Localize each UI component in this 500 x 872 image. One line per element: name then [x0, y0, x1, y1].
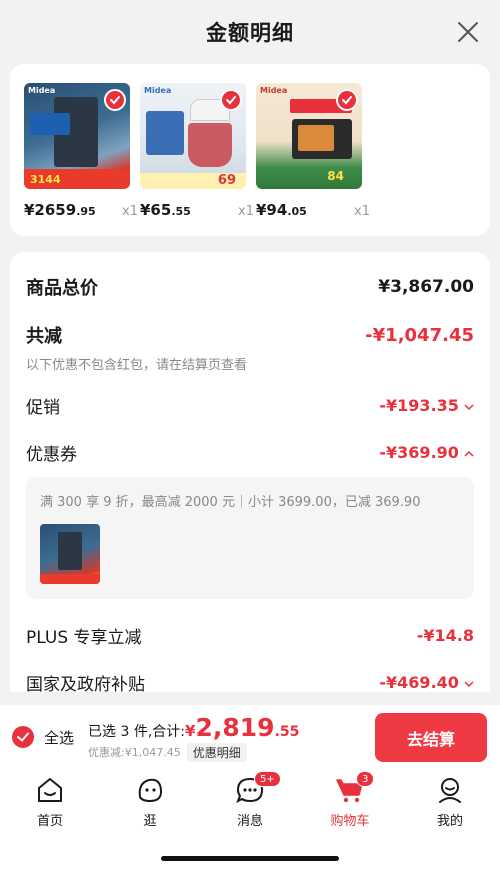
tab-me-label: 我的 — [436, 814, 463, 829]
product-price-row: ¥65.55 x1 — [140, 201, 254, 219]
product-qty: x1 — [122, 204, 138, 219]
promo-row[interactable]: 促销 -¥193.35 — [26, 393, 474, 418]
close-icon[interactable] — [454, 18, 482, 46]
checkout-button[interactable]: 去结算 — [375, 713, 487, 762]
promo-value: -¥193.35 — [379, 396, 459, 415]
price-int: ¥2659 — [24, 201, 77, 219]
discount-row: 共减 -¥1,047.45 — [26, 322, 474, 348]
product-list: Midea 3144 ¥2659.95 x1 Midea 69 ¥65.55 x… — [10, 64, 490, 236]
tab-me[interactable]: 我的 — [410, 775, 490, 829]
check-icon — [342, 96, 352, 105]
coupon-product-thumb — [40, 524, 100, 584]
chevron-down-icon — [464, 404, 474, 411]
discount-label: 共减 — [26, 326, 62, 347]
saved-amount: 优惠减:¥1,047.45 — [88, 746, 181, 759]
plus-row: PLUS 专享立减 -¥14.8 — [26, 623, 474, 648]
product-brand: Midea — [260, 86, 288, 95]
total-decimal: .55 — [274, 723, 300, 740]
coupon-label: 优惠券 — [26, 445, 77, 465]
check-icon — [17, 732, 29, 742]
home-indicator — [161, 856, 339, 861]
total-integer: 2,819 — [195, 712, 275, 742]
product-image: Midea 3144 — [24, 83, 130, 189]
product-image: Midea 84 — [256, 83, 362, 189]
product-image: Midea 69 — [140, 83, 246, 189]
price-dec: .05 — [287, 205, 307, 218]
home-icon — [38, 778, 62, 802]
discount-note: 以下优惠不包含红包，请在结算页查看 — [26, 358, 248, 373]
tab-home[interactable]: 首页 — [10, 775, 90, 829]
total-line: 已选 3 件,合计: ¥ 2,819 .55 — [88, 713, 299, 742]
product-price-row: ¥94.05 x1 — [256, 201, 370, 219]
product-checked[interactable] — [220, 89, 242, 111]
cart-badge: 3 — [356, 771, 375, 787]
chevron-down-icon — [464, 681, 474, 688]
tab-messages[interactable]: 5+ 消息 — [210, 771, 290, 829]
product-image-price: 3144 — [30, 173, 61, 186]
subsidy-value: -¥469.40 — [379, 673, 459, 692]
messages-badge: 5+ — [254, 771, 281, 787]
product-brand: Midea — [144, 86, 172, 95]
product-item[interactable]: Midea 84 ¥94.05 x1 — [256, 83, 370, 236]
price-int: ¥65 — [140, 201, 172, 219]
total-currency: ¥ — [185, 721, 196, 740]
product-price-row: ¥2659.95 x1 — [24, 201, 138, 219]
promo-amount: -¥193.35 — [379, 396, 474, 415]
total-row: 商品总价 ¥3,867.00 — [26, 252, 474, 300]
tab-cart-label: 购物车 — [330, 814, 370, 829]
product-brand: Midea — [28, 86, 56, 95]
plus-label: PLUS 专享立减 — [26, 628, 142, 648]
subsidy-row[interactable]: 国家及政府补贴 -¥469.40 — [26, 670, 474, 695]
selected-count-text: 已选 3 件,合计: — [88, 723, 185, 740]
tab-browse-label: 逛 — [143, 814, 157, 829]
tab-cart[interactable]: 3 购物车 — [310, 771, 390, 829]
coupon-row[interactable]: 优惠券 -¥369.90 — [26, 440, 474, 465]
product-image-price: 84 — [327, 169, 344, 183]
amount-detail-sheet: 金额明细 Midea 3144 ¥2659.95 x1 Midea 69 ¥65… — [0, 0, 500, 705]
price-dec: .55 — [171, 205, 191, 218]
sheet-title: 金额明细 — [206, 21, 294, 45]
product-price: ¥65.55 — [140, 201, 191, 219]
discount-detail-button[interactable]: 优惠明细 — [186, 742, 247, 762]
checkout-bar: 全选 已选 3 件,合计: ¥ 2,819 .55 优惠减:¥1,047.45 … — [0, 705, 500, 769]
promo-label: 促销 — [26, 398, 60, 418]
price-int: ¥94 — [256, 201, 288, 219]
tab-browse[interactable]: 逛 — [110, 775, 190, 829]
amount-details: 商品总价 ¥3,867.00 共减 -¥1,047.45 以下优惠不包含红包，请… — [10, 252, 490, 695]
price-dec: .95 — [76, 205, 96, 218]
product-item[interactable]: Midea 3144 ¥2659.95 x1 — [24, 83, 138, 236]
browse-face-icon — [138, 778, 163, 803]
product-qty: x1 — [354, 204, 370, 219]
coupon-amount: -¥369.90 — [379, 443, 474, 462]
product-price: ¥2659.95 — [24, 201, 96, 219]
tab-home-label: 首页 — [36, 814, 63, 829]
product-image-price: 69 — [217, 173, 236, 188]
total-value: ¥3,867.00 — [378, 277, 474, 297]
coupon-detail-box: 满 300 享 9 折，最高减 2000 元｜小计 3699.00，已减 369… — [26, 477, 474, 599]
check-icon — [226, 96, 236, 105]
user-icon — [439, 778, 461, 803]
tab-messages-label: 消息 — [236, 814, 263, 829]
total-label: 商品总价 — [26, 278, 98, 299]
sheet-header: 金额明细 — [0, 0, 500, 64]
select-all-label[interactable]: 全选 — [44, 727, 74, 748]
product-checked[interactable] — [336, 89, 358, 111]
discount-value: -¥1,047.45 — [365, 324, 474, 346]
select-all-checkbox[interactable] — [12, 726, 34, 748]
coupon-value: -¥369.90 — [379, 443, 459, 462]
check-icon — [110, 96, 120, 105]
product-price: ¥94.05 — [256, 201, 307, 219]
product-item[interactable]: Midea 69 ¥65.55 x1 — [140, 83, 254, 236]
product-qty: x1 — [238, 204, 254, 219]
plus-value: -¥14.8 — [416, 626, 474, 645]
total-summary: 已选 3 件,合计: ¥ 2,819 .55 优惠减:¥1,047.45 优惠明… — [88, 713, 299, 762]
chevron-up-icon — [464, 450, 474, 457]
subsidy-label: 国家及政府补贴 — [26, 675, 145, 695]
saved-line: 优惠减:¥1,047.45 优惠明细 — [88, 742, 299, 762]
coupon-description: 满 300 享 9 折，最高减 2000 元｜小计 3699.00，已减 369… — [40, 495, 421, 510]
subsidy-amount: -¥469.40 — [379, 673, 474, 692]
product-checked[interactable] — [104, 89, 126, 111]
